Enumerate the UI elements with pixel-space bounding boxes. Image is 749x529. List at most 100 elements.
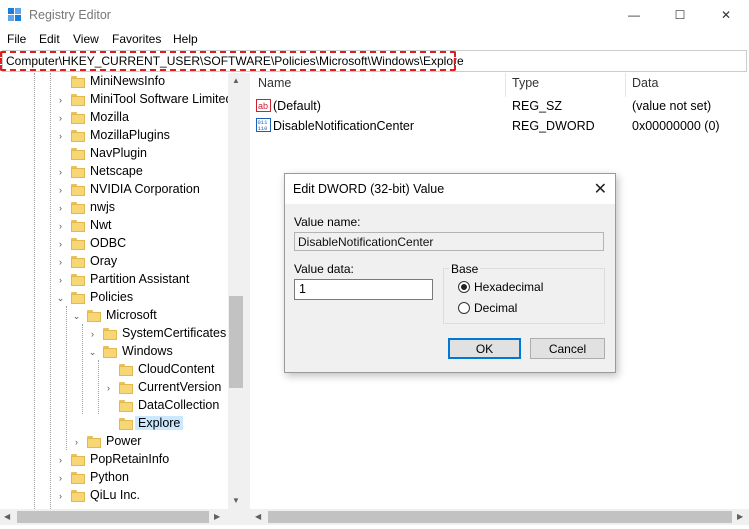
tree-item-currentversion[interactable]: › CurrentVersion	[0, 379, 228, 397]
ok-button[interactable]: OK	[448, 338, 521, 359]
tree-item-policies[interactable]: ⌄ Policies	[0, 289, 228, 307]
tree-item-mininewsinfo[interactable]: MiniNewsInfo	[0, 73, 228, 91]
folder-open-icon	[87, 310, 101, 322]
tree-item-oray[interactable]: › Oray	[0, 253, 228, 271]
column-divider[interactable]	[505, 73, 506, 97]
scroll-left-icon[interactable]: ◀	[4, 512, 10, 521]
chevron-right-icon[interactable]: ›	[56, 276, 65, 285]
chevron-right-icon[interactable]: ›	[56, 114, 65, 123]
cancel-button[interactable]: Cancel	[530, 338, 605, 359]
menu-bar: File Edit View Favorites Help	[0, 30, 749, 50]
tree-item-label: Netscape	[90, 164, 143, 178]
tree-item-windows[interactable]: ⌄ Windows	[0, 343, 228, 361]
menu-file[interactable]: File	[7, 32, 26, 46]
chevron-right-icon[interactable]: ›	[56, 96, 65, 105]
value-data: 0x00000000 (0)	[632, 119, 720, 133]
dialog-title-bar[interactable]: Edit DWORD (32-bit) Value ✕	[285, 174, 615, 204]
menu-view[interactable]: View	[73, 32, 99, 46]
tree-item-netscape[interactable]: › Netscape	[0, 163, 228, 181]
chevron-right-icon[interactable]: ›	[56, 204, 65, 213]
folder-icon	[71, 472, 85, 484]
maximize-button[interactable]: ☐	[657, 0, 703, 30]
tree-item-mozillaplugins[interactable]: › MozillaPlugins	[0, 127, 228, 145]
window-title: Registry Editor	[29, 8, 111, 22]
folder-icon	[71, 238, 85, 250]
value-name-label: Value name:	[294, 215, 361, 229]
chevron-right-icon[interactable]: ›	[56, 132, 65, 141]
tree-item-mozilla[interactable]: › Mozilla	[0, 109, 228, 127]
folder-icon	[119, 400, 133, 412]
list-hscroll-thumb[interactable]	[268, 511, 732, 523]
menu-edit[interactable]: Edit	[39, 32, 60, 46]
tree-scroll-thumb[interactable]	[229, 296, 243, 388]
column-divider[interactable]	[625, 73, 626, 97]
tree-item-minitool[interactable]: › MiniTool Software Limited	[0, 91, 232, 109]
folder-icon	[71, 94, 85, 106]
tree-item-datacollection[interactable]: DataCollection	[0, 397, 228, 415]
chevron-down-icon[interactable]: ⌄	[88, 348, 97, 357]
tree-item-nwt[interactable]: › Nwt	[0, 217, 228, 235]
column-header-type[interactable]: Type	[512, 76, 539, 96]
key-tree[interactable]: MiniNewsInfo › MiniTool Software Limited…	[0, 73, 244, 523]
chevron-right-icon[interactable]: ›	[56, 492, 65, 501]
scroll-right-icon[interactable]: ▶	[214, 512, 220, 521]
chevron-right-icon[interactable]: ›	[56, 168, 65, 177]
folder-icon	[87, 436, 101, 448]
chevron-right-icon[interactable]: ›	[56, 258, 65, 267]
tree-vertical-scrollbar[interactable]	[228, 73, 244, 509]
menu-help[interactable]: Help	[173, 32, 198, 46]
tree-item-systemcertificates[interactable]: › SystemCertificates	[0, 325, 228, 343]
tree-item-popretaininfo[interactable]: › PopRetainInfo	[0, 451, 228, 469]
tree-item-explore[interactable]: Explore	[0, 415, 228, 433]
scroll-left-icon[interactable]: ◀	[255, 512, 261, 521]
tree-item-qilu[interactable]: › QiLu Inc.	[0, 487, 228, 505]
chevron-right-icon[interactable]: ›	[56, 456, 65, 465]
chevron-right-icon[interactable]: ›	[104, 384, 113, 393]
folder-icon	[71, 76, 85, 88]
tree-item-odbc[interactable]: › ODBC	[0, 235, 228, 253]
chevron-down-icon[interactable]: ⌄	[56, 294, 65, 303]
scroll-down-icon[interactable]: ▼	[232, 496, 240, 505]
svg-text:ab: ab	[258, 101, 268, 111]
dialog-close-icon[interactable]: ✕	[594, 179, 607, 199]
scroll-right-icon[interactable]: ▶	[737, 512, 743, 521]
menu-favorites[interactable]: Favorites	[112, 32, 161, 46]
tree-item-cloudcontent[interactable]: CloudContent	[0, 361, 228, 379]
tree-item-nwjs[interactable]: › nwjs	[0, 199, 228, 217]
radio-checked-icon[interactable]	[458, 281, 470, 293]
tree-item-microsoft[interactable]: ⌄ Microsoft	[0, 307, 228, 325]
tree-item-label: MozillaPlugins	[90, 128, 170, 142]
radio-unchecked-icon[interactable]	[458, 302, 470, 314]
ab-icon: ab	[256, 99, 271, 112]
chevron-right-icon[interactable]: ›	[88, 330, 97, 339]
tree-item-label: Nwt	[90, 218, 112, 232]
base-label: Base	[449, 262, 481, 276]
tree-item-nvidia[interactable]: › NVIDIA Corporation	[0, 181, 228, 199]
tree-item-label: NavPlugin	[90, 146, 147, 160]
chevron-down-icon[interactable]: ⌄	[72, 312, 81, 321]
tree-item-label: MiniTool Software Limited	[90, 92, 233, 106]
cancel-button-label: Cancel	[548, 341, 587, 356]
value-data-input[interactable]: 1	[294, 279, 433, 300]
folder-icon	[71, 130, 85, 142]
tree-item-label: NVIDIA Corporation	[90, 182, 200, 196]
tree-hscroll-thumb[interactable]	[17, 511, 209, 523]
tree-item-label: Partition Assistant	[90, 272, 190, 286]
tree-item-power[interactable]: › Power	[0, 433, 228, 451]
close-button[interactable]: ✕	[703, 0, 749, 30]
chevron-right-icon[interactable]: ›	[72, 438, 81, 447]
chevron-right-icon[interactable]: ›	[56, 240, 65, 249]
folder-icon	[71, 148, 85, 160]
tree-item-python[interactable]: › Python	[0, 469, 228, 487]
ok-button-label: OK	[475, 341, 494, 356]
scroll-up-icon[interactable]: ▲	[232, 76, 240, 85]
minimize-button[interactable]: —	[611, 0, 657, 30]
chevron-right-icon[interactable]: ›	[56, 186, 65, 195]
value-name: DisableNotificationCenter	[273, 119, 415, 133]
column-header-name[interactable]: Name	[258, 76, 291, 96]
tree-item-partition-assistant[interactable]: › Partition Assistant	[0, 271, 228, 289]
column-header-data[interactable]: Data	[632, 76, 658, 96]
chevron-right-icon[interactable]: ›	[56, 474, 65, 483]
tree-item-navplugin[interactable]: NavPlugin	[0, 145, 228, 163]
chevron-right-icon[interactable]: ›	[56, 222, 65, 231]
